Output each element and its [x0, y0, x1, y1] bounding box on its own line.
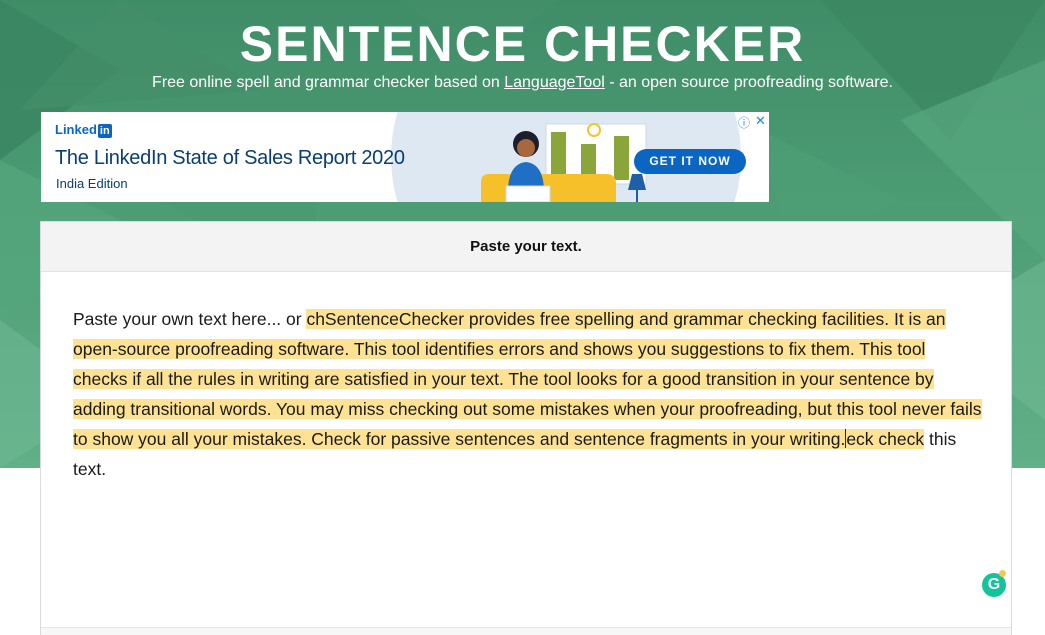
editor-heading: Paste your text.: [41, 222, 1011, 272]
site-subtitle: Free online spell and grammar checker ba…: [0, 73, 1045, 93]
grammarly-status-dot: [999, 570, 1006, 577]
editor-text-highlighted-tail: eck check: [846, 429, 925, 449]
editor-bottom-bar: [41, 627, 1011, 635]
subtitle-suffix: - an open source proofreading software.: [604, 74, 893, 91]
site-title: SENTENCE CHECKER: [239, 16, 806, 72]
editor-card: Paste your text. Paste your own text her…: [40, 221, 1012, 635]
text-editor-area[interactable]: Paste your own text here... or chSentenc…: [73, 304, 983, 484]
ad-edition: India Edition: [56, 176, 128, 191]
info-icon[interactable]: ⓘ: [738, 114, 750, 131]
linkedin-ad-banner[interactable]: Linked in The LinkedIn State of Sales Rep…: [41, 112, 769, 202]
linkedin-logo: Linked in: [55, 122, 112, 138]
ad-illustration: [481, 123, 647, 202]
editor-text-plain-start: Paste your own text here... or: [73, 309, 307, 329]
editor-text-highlighted: chSentenceChecker provides free spelling…: [73, 309, 982, 449]
ad-headline: The LinkedIn State of Sales Report 2020: [55, 147, 405, 169]
get-it-now-button[interactable]: GET IT NOW: [634, 149, 746, 174]
languagetool-link[interactable]: LanguageTool: [504, 74, 605, 91]
linkedin-logo-badge: in: [97, 124, 112, 138]
subtitle-prefix: Free online spell and grammar checker ba…: [152, 74, 505, 91]
close-icon[interactable]: ✕: [755, 113, 766, 129]
linkedin-logo-text: Linked: [55, 122, 97, 137]
